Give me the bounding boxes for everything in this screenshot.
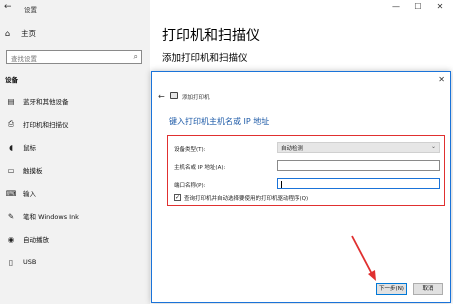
next-button[interactable]: 下一步(N) (376, 283, 407, 295)
sidebar-home[interactable]: ⌂ 主页 (5, 28, 36, 39)
device-type-select[interactable]: 自动检测 ⌄ (277, 142, 440, 153)
dialog-header: 添加打印机 (182, 95, 210, 101)
sidebar-item-label: 鼠标 (23, 144, 36, 152)
mouse-icon: ◖ (9, 142, 13, 152)
port-label: 端口名称(P): (174, 183, 206, 189)
sidebar-item-typing[interactable]: ⌨ 输入 (5, 186, 145, 200)
window-titlebar: ← 设置 — ☐ ✕ (0, 0, 453, 18)
home-label: 主页 (21, 29, 36, 38)
add-printer-dialog: ✕ ← 添加打印机 键入打印机主机名或 IP 地址 设备类型(T): 自动检测 … (151, 71, 451, 303)
sidebar-item-autoplay[interactable]: ◉ 自动播放 (5, 232, 145, 246)
keyboard-icon: ⌨ (5, 188, 17, 198)
sidebar-item-printers[interactable]: ⎙ 打印机和扫描仪 (5, 117, 145, 131)
port-input[interactable] (277, 178, 440, 189)
page-title: 打印机和扫描仪 (162, 28, 260, 44)
sidebar-item-bluetooth[interactable]: ▤ 蓝牙和其他设备 (5, 94, 145, 108)
sidebar-item-label: 笔和 Windows Ink (23, 213, 79, 221)
search-input[interactable]: 查找设置 ⌕ (6, 50, 142, 64)
usb-icon: ▯ (8, 257, 14, 267)
sidebar-item-label: 蓝牙和其他设备 (23, 98, 69, 106)
dialog-close-icon[interactable]: ✕ (438, 75, 445, 84)
device-type-label: 设备类型(T): (174, 147, 206, 153)
printer-icon (170, 92, 178, 99)
page-subtitle: 添加打印机和扫描仪 (162, 53, 248, 64)
sidebar-item-touchpad[interactable]: ▭ 触摸板 (5, 163, 145, 177)
query-printer-checkbox-label: 查询打印机并自动选择要使用的打印机驱动程序(Q) (184, 196, 309, 202)
sidebar-item-label: 触摸板 (23, 167, 43, 175)
window-title: 设置 (24, 6, 37, 14)
sidebar-item-mouse[interactable]: ◖ 鼠标 (5, 140, 145, 154)
touchpad-icon: ▭ (7, 165, 15, 175)
window-controls: — ☐ ✕ (385, 0, 451, 14)
dialog-back-icon[interactable]: ← (158, 92, 165, 101)
chevron-down-icon: ⌄ (430, 143, 436, 150)
sidebar-item-pen[interactable]: ✎ 笔和 Windows Ink (5, 209, 145, 223)
sidebar-item-usb[interactable]: ▯ USB (5, 255, 145, 269)
query-printer-checkbox[interactable]: ✓ (174, 194, 181, 201)
sidebar-item-label: 打印机和扫描仪 (23, 121, 69, 129)
sidebar-item-label: USB (23, 258, 37, 266)
device-type-value: 自动检测 (281, 146, 304, 152)
back-arrow-icon[interactable]: ← (4, 2, 12, 12)
cancel-button[interactable]: 取消 (413, 283, 443, 295)
maximize-button[interactable]: ☐ (407, 0, 429, 14)
sidebar-item-label: 自动播放 (23, 236, 49, 244)
bluetooth-icon: ▤ (7, 96, 15, 106)
search-icon: ⌕ (133, 52, 138, 61)
dialog-heading: 键入打印机主机名或 IP 地址 (169, 117, 270, 126)
text-caret (281, 181, 282, 188)
hostname-label: 主机名或 IP 地址(A): (174, 165, 226, 171)
section-heading: 设备 (5, 76, 18, 84)
printer-icon: ⎙ (8, 119, 14, 128)
close-button[interactable]: ✕ (429, 0, 451, 14)
printer-form: 设备类型(T): 自动检测 ⌄ 主机名或 IP 地址(A): 端口名称(P): … (167, 135, 445, 206)
sidebar-item-label: 输入 (23, 190, 36, 198)
pen-icon: ✎ (7, 211, 15, 221)
search-placeholder: 查找设置 (11, 55, 37, 63)
hostname-input[interactable] (277, 160, 440, 171)
home-icon: ⌂ (5, 29, 11, 38)
autoplay-icon: ◉ (7, 234, 15, 244)
minimize-button[interactable]: — (385, 0, 407, 14)
